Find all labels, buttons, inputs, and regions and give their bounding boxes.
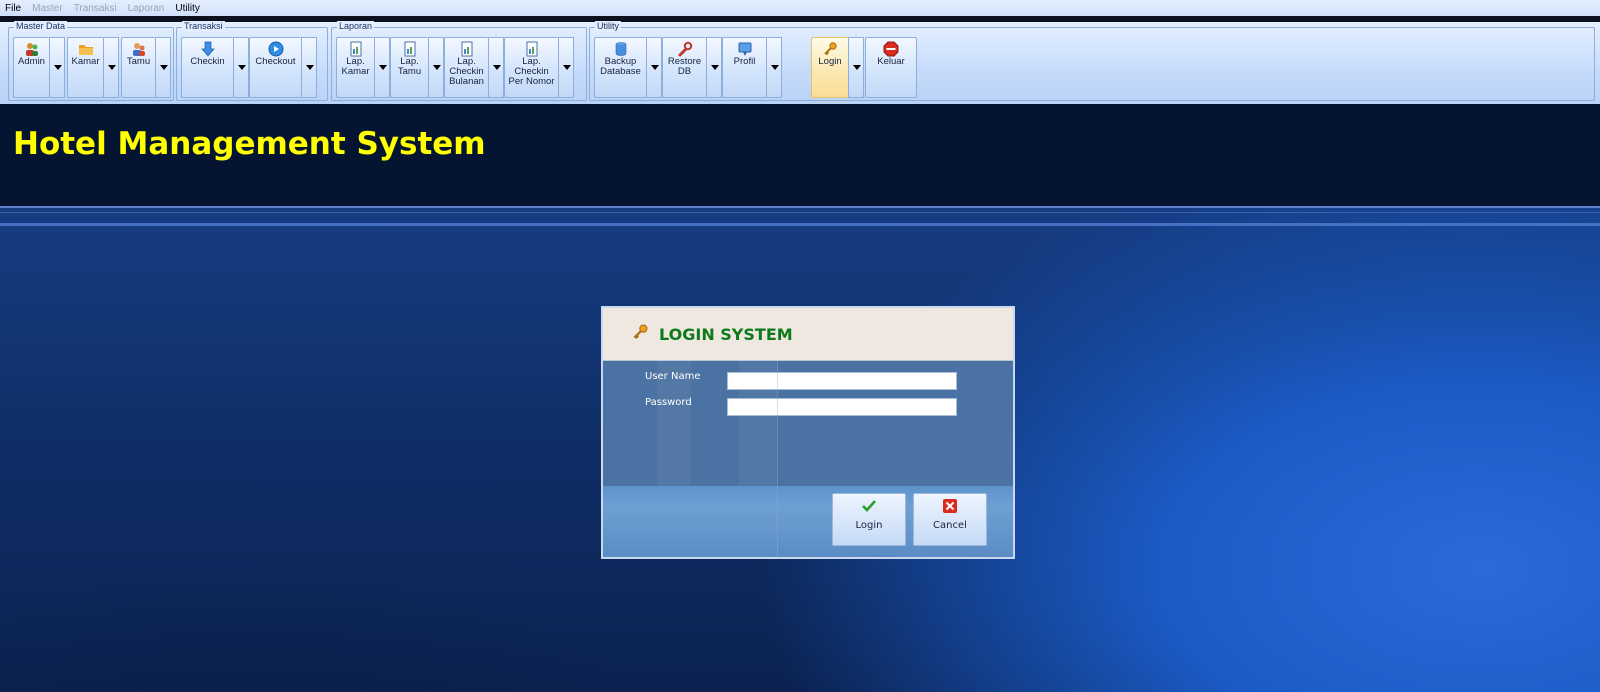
group-transaksi: Transaksi Checkin Checkout (176, 21, 328, 101)
profil-label: Profil (733, 56, 756, 67)
tamu-button[interactable]: Tamu (121, 37, 155, 98)
profil-button[interactable]: Profil (722, 37, 766, 98)
checkout-dropdown[interactable] (301, 37, 317, 98)
lap-checkin-per-nomor-dropdown[interactable] (558, 37, 574, 98)
wrench-icon (678, 41, 692, 57)
stop-sign-icon (883, 41, 899, 57)
menu-file[interactable]: File (0, 3, 27, 14)
group-title-utility: Utility (595, 21, 621, 32)
login-button[interactable]: Login (832, 493, 906, 546)
key-icon (824, 42, 837, 56)
checkin-button[interactable]: Checkin (181, 37, 233, 98)
lap-checkin-bulanan-dropdown[interactable] (488, 37, 504, 98)
group-title-transaksi: Transaksi (182, 21, 225, 32)
login-dialog-footer: Login Cancel (603, 486, 1013, 557)
login-dialog-header: LOGIN SYSTEM (603, 308, 1013, 361)
checkmark-icon (862, 500, 876, 512)
lap-kamar-button[interactable]: Lap. Kamar (336, 37, 374, 98)
group-title-master-data: Master Data (14, 21, 68, 32)
report-icon (526, 41, 537, 57)
key-icon (633, 324, 648, 339)
database-icon (615, 42, 626, 56)
kamar-dropdown[interactable] (103, 37, 119, 98)
keluar-label: Keluar (877, 56, 905, 67)
info-board-icon (738, 42, 751, 56)
login-ribbon-label: Login (818, 56, 842, 67)
admin-dropdown[interactable] (49, 37, 65, 98)
app-title: Hotel Management System (13, 126, 486, 162)
password-input[interactable] (727, 398, 957, 416)
close-icon (943, 499, 957, 513)
checkout-label: Checkout (255, 56, 296, 67)
login-button-label: Login (855, 520, 883, 531)
folder-icon (78, 45, 93, 55)
lap-tamu-label: Lap. Tamu (397, 56, 422, 77)
menu-master[interactable]: Master (27, 3, 69, 14)
header-separator (0, 206, 1600, 208)
group-utility: Utility Backup Database Restore DB Profi… (589, 21, 1595, 101)
keluar-button[interactable]: Keluar (865, 37, 917, 98)
menu-utility[interactable]: Utility (170, 3, 205, 14)
backup-database-label: Backup Database (600, 56, 641, 77)
lap-checkin-bulanan-label: Lap. Checkin Bulanan (449, 56, 484, 87)
group-title-laporan: Laporan (337, 21, 375, 32)
group-master-data: Master Data Admin Kamar Tamu (8, 21, 174, 101)
lap-checkin-per-nomor-label: Lap. Checkin Per Nomor (508, 56, 555, 87)
backup-database-dropdown[interactable] (646, 37, 662, 98)
header-separator (0, 223, 1600, 226)
play-circle-icon (268, 41, 283, 57)
menu-laporan[interactable]: Laporan (123, 3, 171, 14)
report-icon (404, 41, 415, 57)
login-form: User Name Password (603, 361, 1013, 486)
password-label: Password (645, 397, 692, 408)
report-icon (461, 41, 472, 57)
checkin-dropdown[interactable] (233, 37, 249, 98)
admin-users-icon (25, 43, 38, 56)
dialog-divider (777, 361, 778, 557)
menu-bar: File Master Transaksi Laporan Utility (0, 0, 1600, 16)
kamar-button[interactable]: Kamar (67, 37, 103, 98)
kamar-label: Kamar (71, 56, 100, 67)
restore-db-label: Restore DB (667, 56, 702, 77)
checkout-button[interactable]: Checkout (249, 37, 301, 98)
username-label: User Name (645, 371, 701, 382)
lap-kamar-dropdown[interactable] (374, 37, 390, 98)
report-icon (350, 41, 361, 57)
login-ribbon-dropdown[interactable] (848, 37, 864, 98)
restore-db-dropdown[interactable] (706, 37, 722, 98)
backup-database-button[interactable]: Backup Database (594, 37, 646, 98)
tamu-dropdown[interactable] (155, 37, 171, 98)
guest-icon (132, 43, 145, 56)
username-input[interactable] (727, 372, 957, 390)
lap-kamar-label: Lap. Kamar (341, 56, 370, 77)
lap-tamu-button[interactable]: Lap. Tamu (390, 37, 428, 98)
admin-label: Admin (18, 56, 45, 67)
cancel-button-label: Cancel (933, 520, 967, 531)
cancel-button[interactable]: Cancel (913, 493, 987, 546)
lap-tamu-dropdown[interactable] (428, 37, 444, 98)
login-ribbon-button[interactable]: Login (811, 37, 848, 98)
ribbon-toolbar: Master Data Admin Kamar Tamu Transaksi C… (0, 21, 1600, 105)
header-separator (0, 212, 1600, 213)
profil-dropdown[interactable] (766, 37, 782, 98)
login-dialog: LOGIN SYSTEM User Name Password Login Ca… (601, 306, 1015, 559)
lap-checkin-per-nomor-button[interactable]: Lap. Checkin Per Nomor (504, 37, 558, 98)
group-laporan: Laporan Lap. Kamar Lap. Tamu Lap. Checki… (331, 21, 587, 101)
arrow-down-icon (200, 41, 215, 57)
login-dialog-title: LOGIN SYSTEM (659, 325, 793, 344)
admin-button[interactable]: Admin (13, 37, 49, 98)
restore-db-button[interactable]: Restore DB (662, 37, 706, 98)
checkin-label: Checkin (190, 56, 225, 67)
tamu-label: Tamu (126, 56, 151, 67)
lap-checkin-bulanan-button[interactable]: Lap. Checkin Bulanan (444, 37, 488, 98)
app-header: Hotel Management System (0, 104, 1600, 206)
menu-transaksi[interactable]: Transaksi (69, 3, 123, 14)
